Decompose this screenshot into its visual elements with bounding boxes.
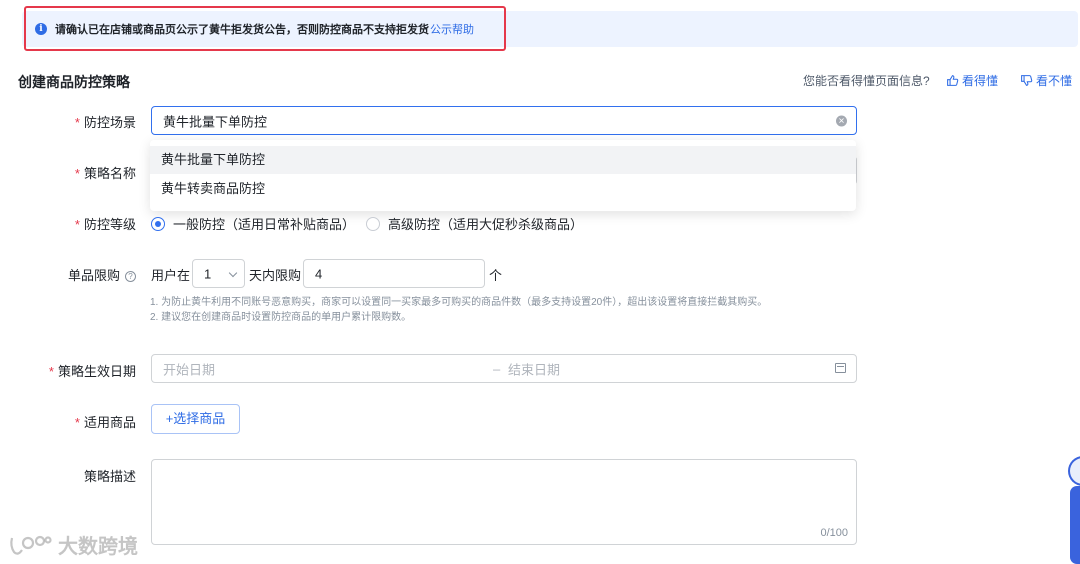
question-icon: ? [125,271,136,282]
level-radio-normal-label: 一般防控（适用日常补贴商品） [173,217,356,232]
watermark-logo-icon [10,535,52,555]
level-label: * 防控等级 [74,217,136,232]
limit-prefix: 用户在 [151,268,191,283]
limit-label: 单品限购? [68,265,136,284]
level-radio-advanced[interactable]: 高级防控（适用大促秒杀级商品） [366,214,583,233]
limit-days-value: 1 [204,266,212,281]
scene-label: * 防控场景 [74,115,136,130]
desc-label: 策略描述 [83,469,136,484]
radio-unchecked-icon [366,216,380,231]
feedback-no-label: 看不懂 [1036,74,1073,88]
feedback-yes-label: 看得懂 [962,74,999,88]
limit-hint-1: 1. 为防止黄牛利用不同账号恶意购买，商家可以设置同一买家最多可购买的商品件数（… [150,297,768,308]
watermark: 大数跨境 [8,530,138,559]
char-counter: 0/100 [820,527,848,539]
limit-count-value: 4 [315,266,323,281]
date-separator: – [493,361,501,376]
name-label: * 策略名称 [74,166,136,181]
feedback-no-button[interactable]: 看不懂 [1020,72,1072,89]
scene-dropdown: 黄牛批量下单防控 黄牛转卖商品防控 [150,140,856,211]
clear-icon[interactable]: ✕ [836,115,847,126]
notice-help-link[interactable]: 公示帮助 [430,21,474,37]
side-float-tab[interactable] [1070,486,1080,564]
notice-text: 请确认已在店铺或商品页公示了黄牛拒发货公告，否则防控商品不支持拒发货 [55,24,429,36]
watermark-text: 大数跨境 [58,536,138,558]
start-date-placeholder: 开始日期 [163,362,216,377]
dropdown-option-resale[interactable]: 黄牛转卖商品防控 [150,175,856,203]
feedback-question: 您能否看得懂页面信息? [803,74,930,88]
desc-textarea[interactable]: 0/100 [151,459,857,545]
limit-suffix: 个 [489,268,503,283]
limit-hint-2: 2. 建议您在创建商品时设置防控商品的单用户累计限购数。 [150,312,412,323]
info-icon: i [35,23,47,35]
chevron-down-icon [228,268,238,278]
level-radio-normal[interactable]: 一般防控（适用日常补贴商品） [151,214,355,233]
date-label: * 策略生效日期 [48,364,136,379]
scene-select-value: 黄牛批量下单防控 [163,114,268,129]
date-range-picker[interactable]: 开始日期 – 结束日期 [151,354,857,383]
dropdown-option-batch[interactable]: 黄牛批量下单防控 [150,146,856,174]
section-title: 创建商品防控策略 [18,74,130,90]
end-date-placeholder: 结束日期 [508,362,561,377]
thumbs-down-icon [1021,75,1033,86]
limit-days-select[interactable]: 1 [192,259,245,288]
calendar-icon [835,363,846,373]
radio-checked-icon [151,216,165,231]
limit-middle: 天内限购 [249,268,302,283]
level-radio-advanced-label: 高级防控（适用大促秒杀级商品） [388,217,584,232]
scene-select[interactable]: 黄牛批量下单防控 ✕ [151,106,857,135]
select-goods-button[interactable]: +选择商品 [151,404,240,434]
thumbs-up-icon [947,75,959,86]
limit-count-input[interactable]: 4 [303,259,485,288]
assistant-float-icon[interactable] [1068,456,1080,486]
feedback-yes-button[interactable]: 看得懂 [946,72,998,89]
goods-label: * 适用商品 [74,415,136,430]
